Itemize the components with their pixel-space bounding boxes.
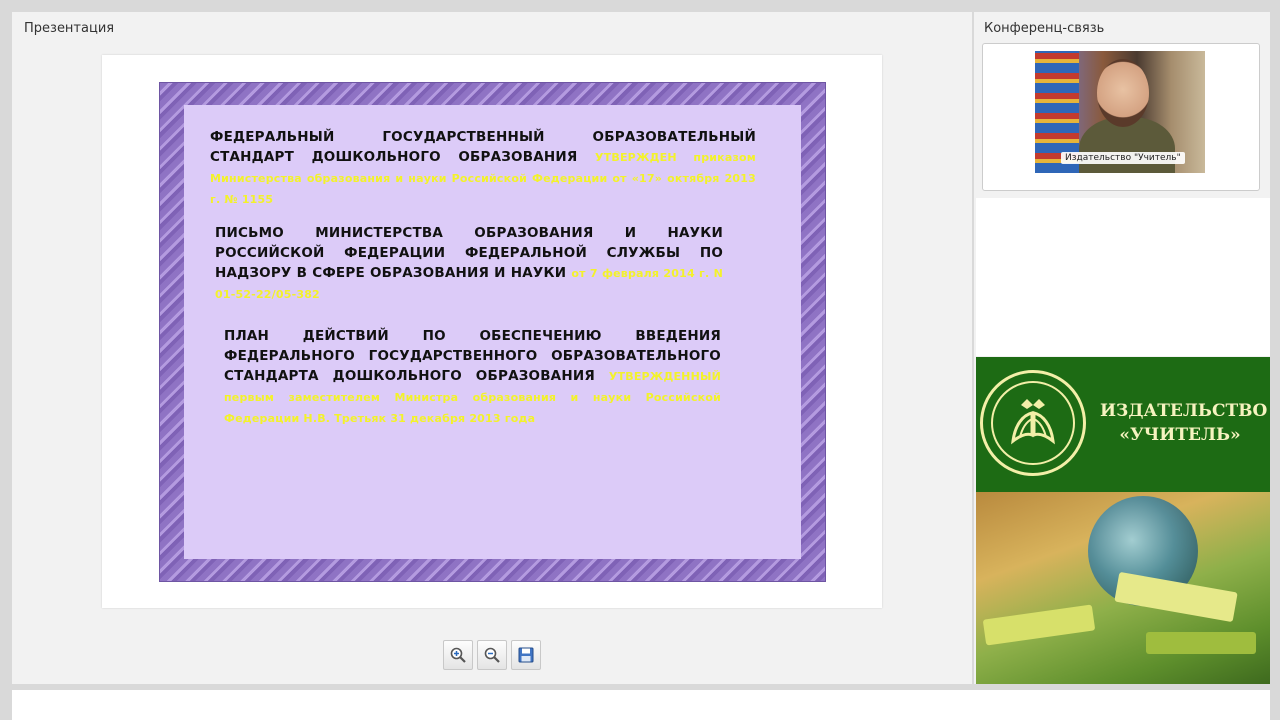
logo-inner-ring bbox=[991, 381, 1075, 465]
slide-viewport: ФЕДЕРАЛЬНЫЙ ГОСУДАРСТВЕННЫЙ ОБРАЗОВАТЕЛЬ… bbox=[102, 55, 882, 608]
conference-panel-title: Конференц-связь bbox=[984, 21, 1105, 36]
publisher-banner: ИЗДАТЕЛЬСТВО «УЧИТЕЛЬ» bbox=[976, 357, 1270, 684]
slide-paragraph-fgos: ФЕДЕРАЛЬНЫЙ ГОСУДАРСТВЕННЫЙ ОБРАЗОВАТЕЛЬ… bbox=[210, 127, 756, 210]
publisher-logo-icon bbox=[980, 370, 1086, 476]
zoom-in-icon bbox=[450, 647, 466, 663]
presentation-panel-title: Презентация bbox=[24, 21, 115, 36]
book-image bbox=[1146, 632, 1256, 654]
book-logo-icon bbox=[1011, 399, 1055, 445]
banner-header: ИЗДАТЕЛЬСТВО «УЧИТЕЛЬ» bbox=[976, 357, 1270, 492]
publisher-name-line2: «УЧИТЕЛЬ» bbox=[1119, 425, 1241, 445]
publisher-name-line1: ИЗДАТЕЛЬСТВО bbox=[1100, 401, 1268, 421]
video-participant-label: Издательство "Учитель" bbox=[1061, 152, 1185, 164]
slide-paragraph-plan: ПЛАН ДЕЙСТВИЙ ПО ОБЕСПЕЧЕНИЮ ВВЕДЕНИЯ ФЕ… bbox=[224, 326, 721, 429]
banner-image bbox=[976, 492, 1270, 684]
video-tile[interactable]: Издательство "Учитель" bbox=[982, 43, 1260, 191]
slide-paragraph-letter: ПИСЬМО МИНИСТЕРСТВА ОБРАЗОВАНИЯ И НАУКИ … bbox=[215, 223, 723, 305]
publisher-name: ИЗДАТЕЛЬСТВО «УЧИТЕЛЬ» bbox=[1100, 399, 1268, 447]
slide-content: ФЕДЕРАЛЬНЫЙ ГОСУДАРСТВЕННЫЙ ОБРАЗОВАТЕЛЬ… bbox=[184, 105, 801, 559]
presentation-toolbar bbox=[443, 640, 541, 670]
save-icon bbox=[518, 647, 534, 663]
bottom-bar bbox=[12, 690, 1270, 720]
zoom-out-button[interactable] bbox=[477, 640, 507, 670]
book-image bbox=[982, 604, 1096, 646]
slide: ФЕДЕРАЛЬНЫЙ ГОСУДАРСТВЕННЫЙ ОБРАЗОВАТЕЛЬ… bbox=[159, 82, 826, 582]
zoom-out-icon bbox=[484, 647, 500, 663]
webcam-video: Издательство "Учитель" bbox=[1035, 51, 1205, 173]
presentation-panel: Презентация ФЕДЕРАЛЬНЫЙ ГОСУДАРСТВЕННЫЙ … bbox=[12, 12, 972, 684]
conference-panel: Конференц-связь Издательство "Учитель" И… bbox=[974, 12, 1270, 684]
conference-empty-area bbox=[976, 198, 1270, 356]
video-person-head bbox=[1097, 59, 1149, 127]
zoom-in-button[interactable] bbox=[443, 640, 473, 670]
save-button[interactable] bbox=[511, 640, 541, 670]
